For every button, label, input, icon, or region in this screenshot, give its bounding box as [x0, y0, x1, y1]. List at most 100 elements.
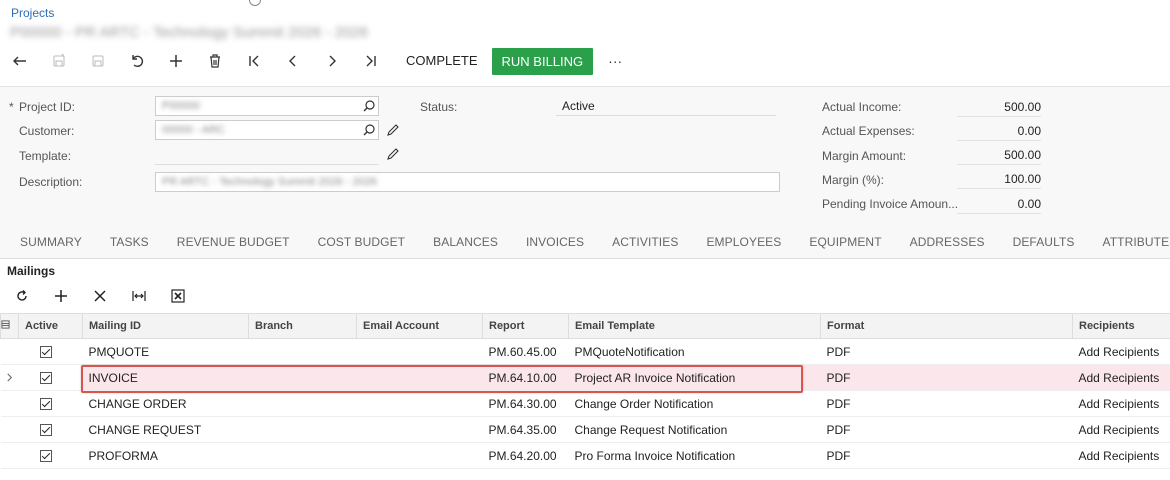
format-cell[interactable]: PDF: [820, 390, 1073, 417]
back-button[interactable]: [0, 47, 39, 75]
email-template-cell[interactable]: Pro Forma Invoice Notification: [568, 442, 821, 469]
add-button[interactable]: [156, 47, 195, 75]
tab-tasks[interactable]: TASKS: [96, 226, 163, 259]
email-template-cell[interactable]: PMQuoteNotification: [568, 338, 821, 365]
format-cell[interactable]: PDF: [820, 338, 1073, 365]
mailing-id-cell[interactable]: PROFORMA: [82, 442, 249, 469]
tab-defaults[interactable]: DEFAULTS: [999, 226, 1089, 259]
run-billing-button[interactable]: RUN BILLING: [491, 47, 594, 75]
email-account-cell[interactable]: [356, 338, 483, 365]
tab-addresses[interactable]: ADDRESSES: [896, 226, 999, 259]
project-id-search-icon[interactable]: [362, 99, 376, 113]
format-cell[interactable]: PDF: [820, 416, 1073, 443]
report-cell[interactable]: PM.60.45.00: [482, 338, 569, 365]
active-checkbox[interactable]: [39, 424, 52, 437]
mailing-id-cell[interactable]: CHANGE ORDER: [82, 390, 249, 417]
prev-record-button[interactable]: [273, 47, 312, 75]
report-cell[interactable]: PM.64.20.00: [482, 442, 569, 469]
col-mailing-id[interactable]: Mailing ID: [82, 313, 249, 339]
email-account-cell[interactable]: [356, 390, 483, 417]
branch-cell[interactable]: [248, 338, 357, 365]
recipients-link[interactable]: Add Recipients: [1072, 442, 1170, 469]
table-row[interactable]: PROFORMA PM.64.20.00 Pro Forma Invoice N…: [0, 442, 1170, 469]
breadcrumb[interactable]: Projects: [11, 6, 54, 20]
col-report[interactable]: Report: [482, 313, 569, 339]
complete-button[interactable]: COMPLETE: [402, 47, 482, 75]
recipients-link[interactable]: Add Recipients: [1072, 416, 1170, 443]
add-row-button[interactable]: [41, 284, 80, 308]
active-checkbox[interactable]: [39, 372, 52, 385]
recipients-link[interactable]: Add Recipients: [1072, 338, 1170, 365]
customer-input[interactable]: 00000 - ARC: [155, 120, 379, 140]
save-button[interactable]: [78, 47, 117, 75]
email-account-cell[interactable]: [356, 364, 483, 391]
delete-row-button[interactable]: [80, 284, 119, 308]
active-checkbox[interactable]: [39, 450, 52, 463]
customer-edit-pencil-icon[interactable]: [386, 123, 400, 137]
export-excel-button[interactable]: [158, 284, 197, 308]
email-account-cell[interactable]: [356, 442, 483, 469]
email-account-cell[interactable]: [356, 416, 483, 443]
format-cell[interactable]: PDF: [820, 364, 1073, 391]
branch-cell[interactable]: [248, 416, 357, 443]
col-email-account[interactable]: Email Account: [356, 313, 483, 339]
project-id-input[interactable]: P00000: [155, 96, 379, 116]
col-branch[interactable]: Branch: [248, 313, 357, 339]
first-record-button[interactable]: [234, 47, 273, 75]
tab-attributes[interactable]: ATTRIBUTES: [1089, 226, 1170, 259]
mailing-id-cell[interactable]: INVOICE: [82, 364, 249, 391]
tab-equipment[interactable]: EQUIPMENT: [795, 226, 895, 259]
tab-activities[interactable]: ACTIVITIES: [598, 226, 692, 259]
format-cell[interactable]: PDF: [820, 442, 1073, 469]
mailing-id-cell[interactable]: PMQUOTE: [82, 338, 249, 365]
table-row[interactable]: PMQUOTE PM.60.45.00 PMQuoteNotification …: [0, 338, 1170, 365]
fit-columns-button[interactable]: [119, 284, 158, 308]
last-record-button[interactable]: [351, 47, 390, 75]
pending-invoice-label: Pending Invoice Amoun...: [822, 197, 959, 211]
email-template-cell[interactable]: Change Order Notification: [568, 390, 821, 417]
col-active[interactable]: Active: [18, 313, 83, 339]
tab-revenue-budget[interactable]: REVENUE BUDGET: [163, 226, 304, 259]
branch-cell[interactable]: [248, 390, 357, 417]
table-row[interactable]: CHANGE REQUEST PM.64.35.00 Change Reques…: [0, 416, 1170, 443]
customer-search-icon[interactable]: [362, 123, 376, 137]
tab-balances[interactable]: BALANCES: [419, 226, 512, 259]
table-row[interactable]: CHANGE ORDER PM.64.30.00 Change Order No…: [0, 390, 1170, 417]
template-input[interactable]: [155, 145, 379, 165]
template-edit-pencil-icon[interactable]: [386, 147, 400, 161]
email-template-cell[interactable]: Change Request Notification: [568, 416, 821, 443]
more-menu-button[interactable]: ···: [605, 47, 625, 75]
main-toolbar: COMPLETE RUN BILLING ···: [0, 47, 640, 75]
tab-summary[interactable]: SUMMARY: [0, 226, 96, 259]
status-field[interactable]: Active: [556, 96, 776, 116]
grid-settings-icon[interactable]: [0, 313, 19, 339]
undo-button[interactable]: [117, 47, 156, 75]
tab-employees[interactable]: EMPLOYEES: [692, 226, 795, 259]
branch-cell[interactable]: [248, 364, 357, 391]
active-checkbox[interactable]: [39, 346, 52, 359]
template-label: Template:: [19, 149, 72, 163]
next-record-button[interactable]: [312, 47, 351, 75]
mailing-id-cell[interactable]: CHANGE REQUEST: [82, 416, 249, 443]
col-format[interactable]: Format: [820, 313, 1073, 339]
email-template-cell[interactable]: Project AR Invoice Notification: [568, 364, 821, 391]
recipients-link[interactable]: Add Recipients: [1072, 364, 1170, 391]
tab-invoices[interactable]: INVOICES: [512, 226, 598, 259]
recipients-link[interactable]: Add Recipients: [1072, 390, 1170, 417]
delete-button[interactable]: [195, 47, 234, 75]
report-cell[interactable]: PM.64.30.00: [482, 390, 569, 417]
save-close-button[interactable]: [39, 47, 78, 75]
report-cell[interactable]: PM.64.10.00: [482, 364, 569, 391]
description-input[interactable]: PR ARTC - Technology Summit 2026 - 2026: [155, 172, 780, 192]
table-row-selected[interactable]: INVOICE PM.64.10.00 Project AR Invoice N…: [0, 364, 1170, 391]
actual-expenses-label: Actual Expenses:: [822, 124, 915, 138]
active-checkbox[interactable]: [39, 398, 52, 411]
col-email-template[interactable]: Email Template: [568, 313, 821, 339]
col-recipients[interactable]: Recipients: [1072, 313, 1170, 339]
report-cell[interactable]: PM.64.35.00: [482, 416, 569, 443]
tab-cost-budget[interactable]: COST BUDGET: [304, 226, 420, 259]
refresh-button[interactable]: [2, 284, 41, 308]
project-form: * Project ID: P00000 Customer: 00000 - A…: [0, 86, 1170, 226]
branch-cell[interactable]: [248, 442, 357, 469]
required-mark: *: [9, 100, 14, 114]
